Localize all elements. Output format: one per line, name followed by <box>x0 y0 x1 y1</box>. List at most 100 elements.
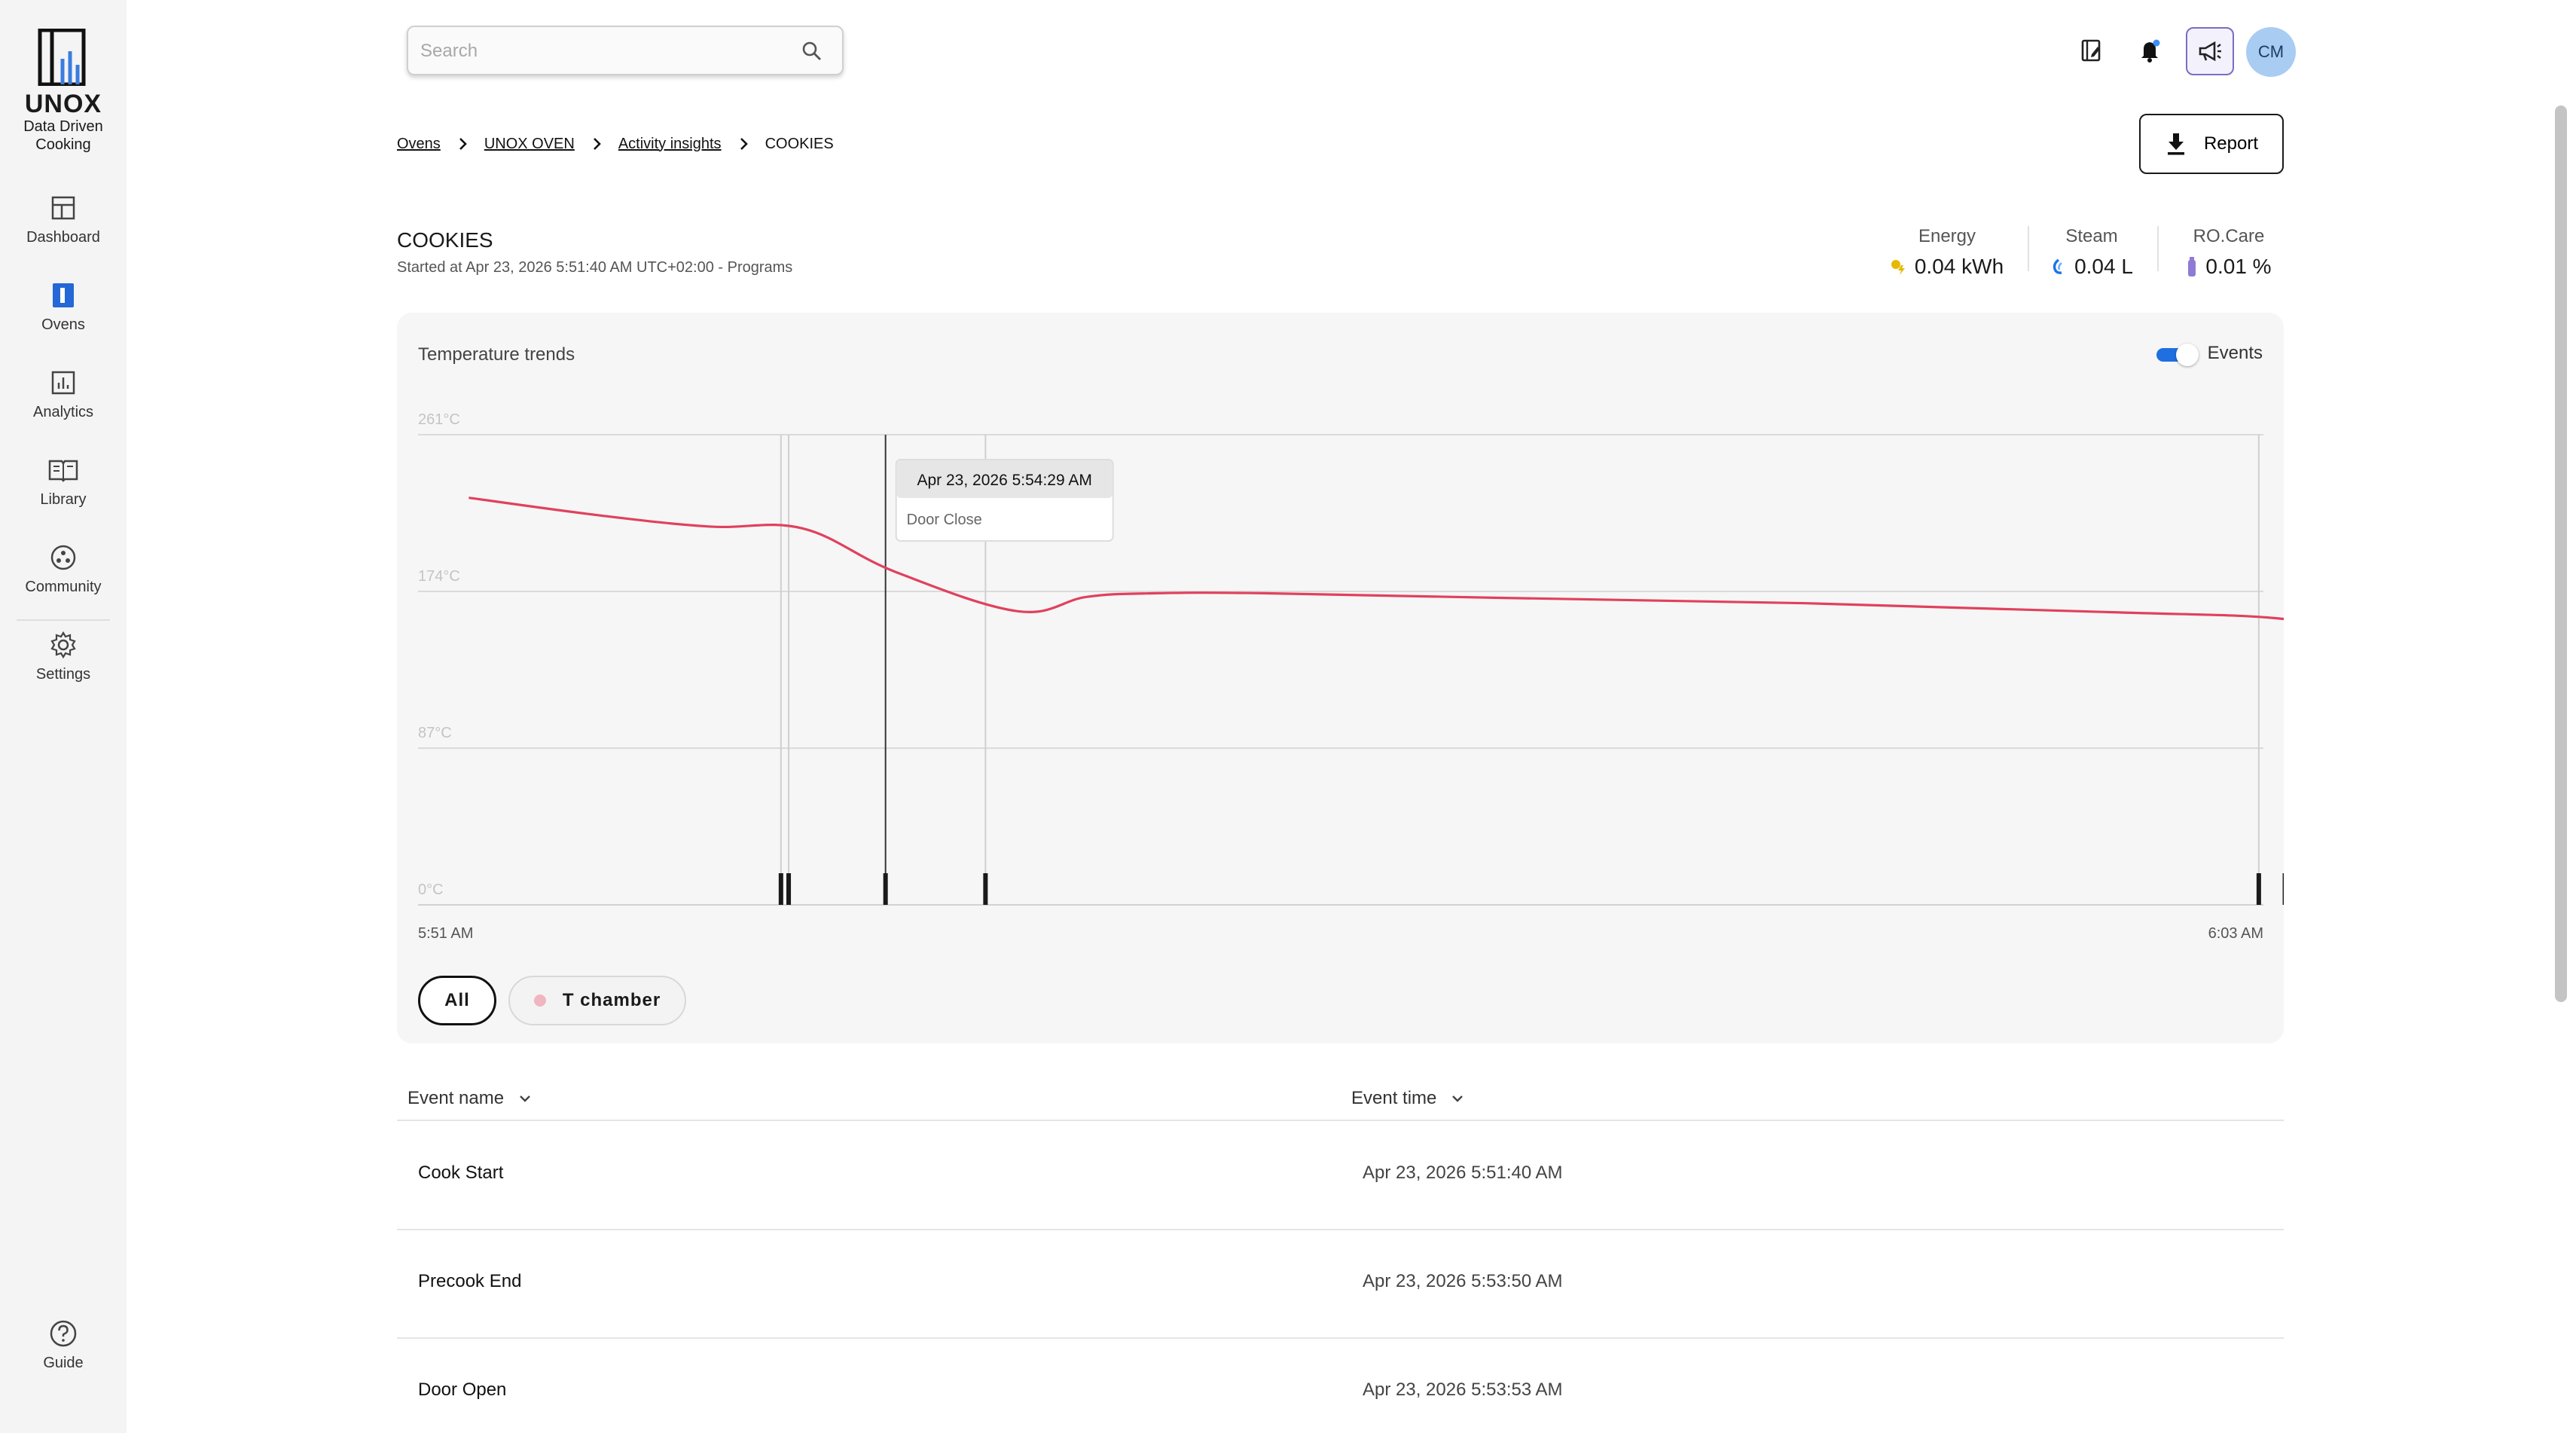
table-row[interactable]: Precook End Apr 23, 2026 5:53:50 AM <box>397 1230 2284 1339</box>
program-subtitle: Started at Apr 23, 2026 5:51:40 AM UTC+0… <box>397 259 793 276</box>
report-button[interactable]: Report <box>2139 114 2284 174</box>
download-icon <box>2167 133 2184 155</box>
community-icon <box>50 545 76 570</box>
stat-energy: Energy 0.04 kWh <box>1883 226 2011 286</box>
unox-logo[interactable]: UNOX Data Driven Cooking <box>0 29 127 154</box>
announcements-button[interactable] <box>2186 27 2234 75</box>
dashboard-icon <box>51 196 75 220</box>
analytics-icon <box>51 371 75 395</box>
sidebar-divider <box>17 619 110 621</box>
event-name: Cook Start <box>418 1163 504 1183</box>
stat-divider <box>2028 226 2029 271</box>
breadcrumb: Ovens UNOX OVEN Activity insights COOKIE… <box>397 133 834 155</box>
column-header-label: Event time <box>1351 1088 1437 1108</box>
breadcrumb-current: COOKIES <box>765 135 834 152</box>
sidebar-item-label: Analytics <box>32 404 94 420</box>
y-tick-label: 0°C <box>418 881 444 898</box>
sidebar-item-label: Community <box>25 579 102 595</box>
energy-icon <box>1891 260 1905 275</box>
y-tick-label: 174°C <box>418 568 460 585</box>
stat-label: RO.Care <box>2193 226 2265 246</box>
sidebar-item-community[interactable]: Community <box>0 542 127 596</box>
stat-label: Steam <box>2065 226 2118 246</box>
brand-name: UNOX <box>24 90 102 118</box>
series-line-t-chamber <box>469 497 2284 621</box>
event-marker <box>786 873 792 905</box>
chevron-down-icon <box>520 1095 530 1102</box>
temperature-chart[interactable]: 0°C 87°C 174°C 261°C 5:51 AM 6:03 AM Apr 23, 2… <box>397 313 2284 968</box>
temperature-trends-card: Temperature trends Events 0°C 87°C 174°C 26… <box>397 313 2284 1043</box>
event-time: Apr 23, 2026 5:53:53 AM <box>1363 1380 1563 1400</box>
column-header-event-name[interactable]: Event name <box>407 1088 531 1109</box>
megaphone-icon <box>2199 41 2221 62</box>
release-notes-button[interactable] <box>2073 32 2111 69</box>
notifications-button[interactable] <box>2132 32 2169 69</box>
sidebar: UNOX Data Driven Cooking Dashboard Ovens <box>0 0 127 1433</box>
breadcrumb-link-activity-insights[interactable]: Activity insights <box>618 136 722 153</box>
sidebar-item-label: Guide <box>43 1355 84 1371</box>
user-avatar[interactable]: CM <box>2246 27 2296 77</box>
search-box <box>407 26 844 75</box>
book-icon <box>48 460 78 482</box>
sidebar-item-analytics[interactable]: Analytics <box>0 368 127 421</box>
event-marker <box>983 873 988 905</box>
sidebar-item-guide[interactable]: Guide <box>0 1318 127 1372</box>
filter-t-chamber-chip[interactable]: T chamber <box>508 976 686 1025</box>
sidebar-item-label: Ovens <box>41 316 85 333</box>
events-table-header: Event name Event time <box>397 1070 2284 1121</box>
rocare-icon <box>2188 257 2196 277</box>
sidebar-item-ovens[interactable]: Ovens <box>0 280 127 334</box>
column-header-event-time[interactable]: Event time <box>1351 1088 1463 1109</box>
sidebar-item-label: Dashboard <box>26 229 100 246</box>
oven-icon <box>53 283 74 307</box>
page-scrollbar[interactable] <box>2555 105 2567 1002</box>
stat-value: 0.04 kWh <box>1914 255 2004 278</box>
filter-all-chip[interactable]: All <box>418 976 496 1025</box>
x-tick-label: 6:03 AM <box>2208 925 2263 942</box>
stat-steam: Steam 0.04 L <box>2043 226 2141 286</box>
table-row[interactable]: Cook Start Apr 23, 2026 5:51:40 AM <box>397 1122 2284 1230</box>
event-time: Apr 23, 2026 5:53:50 AM <box>1363 1271 1563 1291</box>
steam-icon <box>2053 258 2062 274</box>
breadcrumb-link-oven[interactable]: UNOX OVEN <box>484 136 575 153</box>
y-tick-label: 87°C <box>418 725 452 741</box>
table-row[interactable]: Door Open Apr 23, 2026 5:53:53 AM <box>397 1339 2284 1433</box>
book-edit-icon <box>2081 39 2101 62</box>
sidebar-item-label: Settings <box>35 666 91 683</box>
stat-value: 0.01 % <box>2205 255 2272 278</box>
sidebar-item-label: Library <box>40 491 87 508</box>
event-time: Apr 23, 2026 5:51:40 AM <box>1363 1163 1563 1183</box>
filter-all-label: All <box>444 990 470 1010</box>
help-icon <box>50 1320 77 1347</box>
series-color-dot <box>533 995 546 1007</box>
report-button-label: Report <box>2203 133 2259 154</box>
chevron-right-icon <box>591 137 602 151</box>
brand-tagline-1: Data Driven <box>23 118 103 135</box>
event-marker <box>778 873 783 905</box>
stat-rocare: RO.Care 0.01 % <box>2172 226 2285 286</box>
y-tick-label: 261°C <box>418 411 460 428</box>
column-header-label: Event name <box>407 1088 505 1108</box>
sidebar-item-settings[interactable]: Settings <box>0 630 127 683</box>
unox-logo-icon <box>38 29 86 86</box>
chevron-right-icon <box>457 137 468 151</box>
breadcrumb-link-ovens[interactable]: Ovens <box>397 136 441 153</box>
app-root: UNOX Data Driven Cooking Dashboard Ovens <box>0 0 2576 1433</box>
search-input[interactable] <box>420 36 782 66</box>
sidebar-item-library[interactable]: Library <box>0 455 127 509</box>
gear-icon <box>50 631 76 659</box>
chevron-down-icon <box>1452 1095 1463 1102</box>
stat-divider <box>2157 226 2159 271</box>
event-marker <box>883 873 888 905</box>
stat-value: 0.04 L <box>2074 255 2133 278</box>
filter-t-chamber-label: T chamber <box>562 990 661 1010</box>
event-marker <box>2256 873 2261 905</box>
page-title: COOKIES <box>397 228 493 252</box>
chevron-right-icon <box>738 137 749 151</box>
search-icon[interactable] <box>801 41 823 62</box>
tooltip-event: Door Close <box>907 512 982 528</box>
event-name: Door Open <box>418 1380 507 1400</box>
x-tick-label: 5:51 AM <box>418 925 473 942</box>
event-marker <box>2282 873 2284 905</box>
sidebar-item-dashboard[interactable]: Dashboard <box>0 193 127 246</box>
